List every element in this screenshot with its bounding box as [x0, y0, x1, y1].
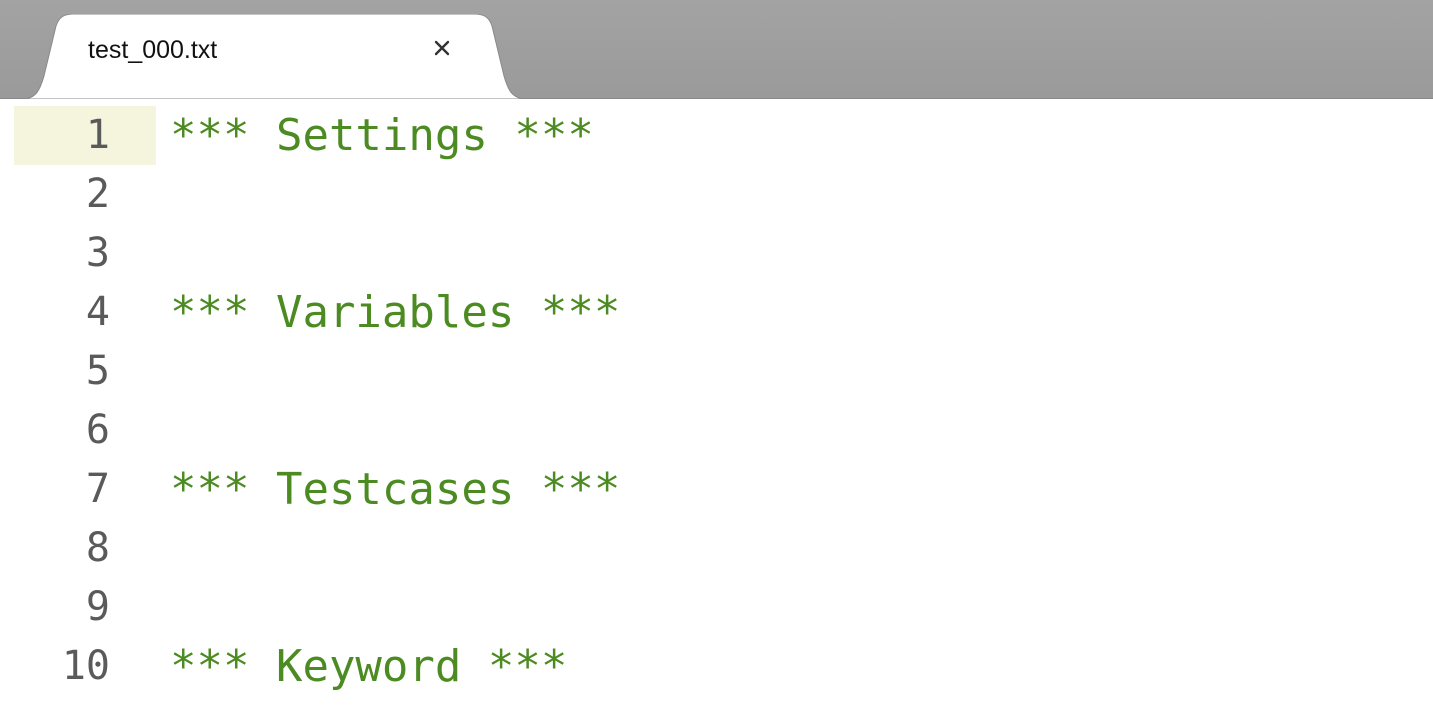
- code-line[interactable]: 6: [0, 401, 1433, 460]
- line-gutter: 7: [14, 460, 156, 519]
- line-text: *** Variables ***: [170, 287, 621, 338]
- code-line[interactable]: 7 *** Testcases ***: [0, 460, 1433, 519]
- editor-window: test_000.txt 1 *** Settings *** 2 3 4 **…: [0, 0, 1433, 715]
- code-line[interactable]: 10 *** Keyword ***: [0, 637, 1433, 696]
- tab-bar: test_000.txt: [0, 0, 1433, 99]
- line-number: 7: [85, 466, 110, 512]
- line-gutter: 1: [14, 106, 156, 165]
- line-number: 2: [85, 171, 110, 217]
- line-gutter: 6: [14, 401, 156, 460]
- code-editor[interactable]: 1 *** Settings *** 2 3 4 *** Variables *…: [0, 99, 1433, 715]
- line-gutter: 3: [14, 224, 156, 283]
- code-line[interactable]: 3: [0, 224, 1433, 283]
- line-number: 8: [85, 525, 110, 571]
- code-line[interactable]: 4 *** Variables ***: [0, 283, 1433, 342]
- close-icon-glyph: [434, 40, 450, 56]
- line-gutter: 9: [14, 578, 156, 637]
- tab-test-000[interactable]: test_000.txt: [22, 14, 527, 99]
- line-text: *** Testcases ***: [170, 464, 621, 515]
- line-text: *** Settings ***: [170, 110, 594, 161]
- code-line[interactable]: 8: [0, 519, 1433, 578]
- line-number: 9: [85, 584, 110, 630]
- line-gutter: 5: [14, 342, 156, 401]
- line-number: 6: [85, 407, 110, 453]
- line-gutter: 4: [14, 283, 156, 342]
- line-number: 1: [85, 112, 110, 158]
- line-gutter: 8: [14, 519, 156, 578]
- line-number: 3: [85, 230, 110, 276]
- line-gutter: 2: [14, 165, 156, 224]
- code-line[interactable]: 9: [0, 578, 1433, 637]
- code-line[interactable]: 1 *** Settings ***: [0, 106, 1433, 165]
- code-line[interactable]: 2: [0, 165, 1433, 224]
- line-gutter: 10: [14, 637, 156, 696]
- code-line[interactable]: 5: [0, 342, 1433, 401]
- line-number: 5: [85, 348, 110, 394]
- tab-title: test_000.txt: [88, 36, 218, 64]
- line-number: 10: [61, 643, 110, 689]
- line-number: 4: [85, 289, 110, 335]
- line-text: *** Keyword ***: [170, 641, 568, 692]
- close-icon[interactable]: [434, 40, 464, 70]
